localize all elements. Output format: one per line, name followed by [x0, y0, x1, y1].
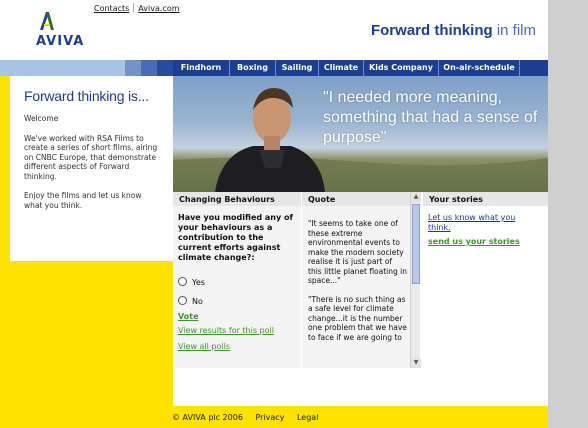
poll-panel: Have you modified any of your behaviours…	[173, 206, 301, 368]
stories-panel: Let us know what you think. send us your…	[423, 206, 548, 368]
tagline-bold: Forward thinking	[370, 22, 493, 39]
poll-option-label: Yes	[192, 278, 205, 287]
content-bottom	[173, 368, 548, 406]
poll-question: Have you modified any of your behaviours…	[178, 213, 293, 262]
intro-welcome: Welcome	[24, 114, 59, 123]
site-tagline: Forward thinking in film	[371, 22, 536, 39]
quote-text: "It seems to take one of these extreme e…	[308, 219, 408, 285]
hero-quote: "I needed more meaning, something that h…	[323, 89, 538, 146]
quote-heading: Quote	[302, 192, 420, 206]
view-all-polls-link[interactable]: View all polls	[178, 342, 230, 351]
quote-body: "It seems to take one of these extreme e…	[308, 219, 408, 351]
footer-copyright: © AVIVA plc 2006	[172, 413, 243, 422]
hero-banner: "I needed more meaning, something that h…	[173, 76, 548, 192]
vote-link[interactable]: Vote	[178, 312, 199, 321]
nav-item-boxing[interactable]: Boxing	[230, 60, 276, 76]
send-stories-link[interactable]: send us your stories	[428, 237, 520, 246]
intro-panel: Forward thinking is... Welcome We've wor…	[10, 76, 173, 261]
nav-item-kids-company[interactable]: Kids Company	[364, 60, 439, 76]
footer-privacy-link[interactable]: Privacy	[255, 413, 284, 422]
radio-button[interactable]	[178, 296, 187, 305]
view-results-link[interactable]: View results for this poll	[178, 326, 274, 335]
aviva-logo-mark-icon	[40, 12, 54, 30]
quote-text: "There is no such thing as a safe level …	[308, 294, 407, 342]
quote-panel: "It seems to take one of these extreme e…	[302, 206, 420, 368]
poll-option-no[interactable]: No	[178, 296, 203, 306]
footer-legal-link[interactable]: Legal	[297, 413, 318, 422]
top-links: Contacts Aviva.com	[94, 3, 180, 13]
footer: © AVIVA plc 2006 Privacy Legal	[172, 413, 328, 422]
logo-wordmark: AVIVA	[36, 34, 85, 49]
radio-button[interactable]	[178, 277, 187, 286]
intro-title: Forward thinking is...	[24, 88, 149, 104]
aviva-logo[interactable]: AVIVA	[36, 12, 96, 52]
stripe-block	[0, 60, 125, 76]
intro-paragraph: We've worked with RSA Films to create a …	[24, 133, 158, 181]
poll-option-yes[interactable]: Yes	[178, 277, 205, 287]
aviva-com-link[interactable]: Aviva.com	[138, 4, 179, 13]
poll-option-label: No	[192, 297, 203, 306]
scroll-up-icon[interactable]: ▲	[411, 192, 421, 202]
nav-item-climate[interactable]: Climate	[319, 60, 364, 76]
tagline-light: in film	[496, 22, 536, 39]
poll-heading: Changing Behaviours	[173, 192, 301, 206]
stripe-block	[141, 60, 157, 76]
quote-scrollbar[interactable]: ▲ ▼	[410, 192, 421, 368]
right-gutter	[548, 0, 588, 428]
scroll-thumb[interactable]	[412, 204, 420, 284]
main-nav: Findhorn Boxing Sailing Climate Kids Com…	[173, 60, 548, 76]
link-divider	[133, 3, 135, 12]
stripe-block	[125, 60, 141, 76]
nav-item-findhorn[interactable]: Findhorn	[173, 60, 230, 76]
feedback-link[interactable]: Let us know what you think.	[428, 213, 538, 233]
intro-paragraph: Enjoy the films and let us know what you…	[24, 191, 142, 210]
nav-item-sailing[interactable]: Sailing	[276, 60, 319, 76]
scroll-down-icon[interactable]: ▼	[411, 358, 421, 368]
stripe-block	[157, 60, 173, 76]
nav-item-on-air-schedule[interactable]: On-air-schedule	[439, 60, 520, 76]
contacts-link[interactable]: Contacts	[94, 4, 129, 13]
stories-heading: Your stories	[423, 192, 548, 206]
